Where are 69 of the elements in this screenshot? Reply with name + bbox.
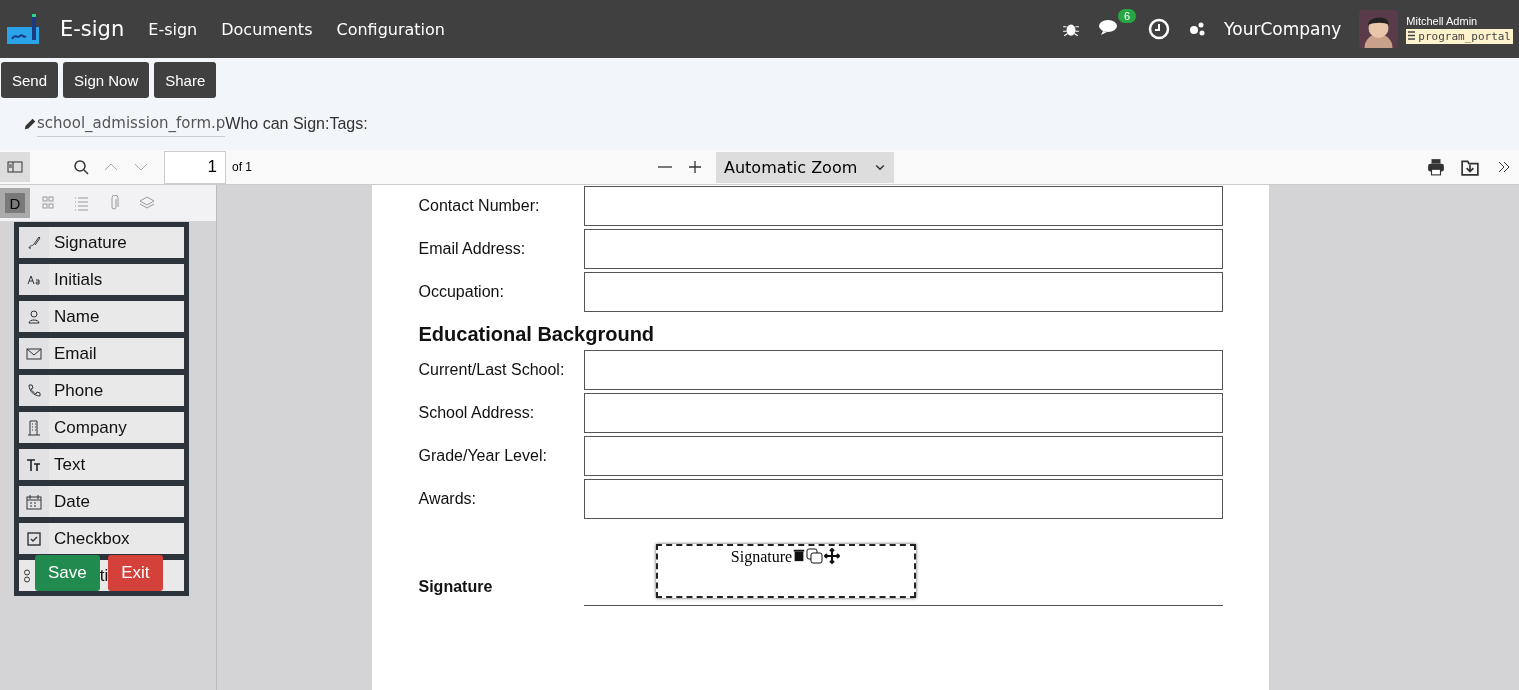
field-type-item[interactable]: Email: [19, 338, 184, 369]
menu-item[interactable]: Documents: [221, 19, 313, 39]
form-label: Current/Last School:: [418, 361, 566, 379]
clock-icon: [1148, 18, 1171, 40]
form-label: School Address:: [418, 404, 536, 422]
action-button[interactable]: Send: [1, 62, 59, 98]
download-icon: [1461, 158, 1479, 176]
field-type-label: ti: [99, 565, 109, 586]
tags-label: Tags:: [329, 114, 368, 133]
pen-icon: [26, 234, 42, 251]
section-heading: Educational Background: [418, 322, 656, 347]
field-type-item[interactable]: Signature: [19, 227, 184, 258]
layers-icon: [139, 195, 155, 211]
form-label: Occupation:: [418, 283, 505, 301]
field-type-item[interactable]: Text: [19, 449, 184, 480]
form-label: Email Address:: [418, 240, 527, 258]
field-type-item[interactable]: Phone: [19, 375, 184, 406]
list-icon: [24, 568, 30, 583]
field-type-item[interactable]: Initials: [19, 264, 184, 295]
filename-field[interactable]: school_admission_form.p: [37, 114, 226, 137]
who-can-sign-label: Who can Sign:: [225, 114, 330, 133]
zoom-select[interactable]: Automatic Zoom: [716, 151, 894, 183]
list-icon: [73, 195, 89, 211]
action-button[interactable]: Share: [154, 62, 217, 98]
envelope-icon: [26, 345, 42, 362]
minus-icon: [658, 166, 672, 168]
company-name[interactable]: YourCompany: [1224, 19, 1342, 39]
copy-icon: [806, 548, 825, 564]
search-icon: [73, 159, 89, 175]
page-count: of 1: [232, 160, 252, 174]
field-type-item[interactable]: Date: [19, 486, 184, 517]
text-icon: [26, 456, 42, 473]
signature-placeholder: Signature: [730, 548, 793, 568]
action-button[interactable]: Sign Now: [63, 62, 150, 98]
building-icon: [26, 419, 42, 436]
sidebar-toggle-button[interactable]: [0, 152, 30, 182]
logo-icon: [6, 13, 40, 45]
user-name[interactable]: Mitchell Admin: [1406, 14, 1513, 27]
grid-icon: [40, 195, 56, 211]
gears-icon: [1188, 21, 1207, 37]
exit-button[interactable]: Exit: [108, 554, 163, 591]
form-label: Contact Number:: [418, 197, 541, 215]
sidebar-icon: [7, 159, 23, 175]
avatar[interactable]: [1359, 10, 1399, 48]
field-type-item[interactable]: Checkbox: [19, 523, 184, 554]
plus-icon: [687, 159, 703, 175]
menu-item[interactable]: E-sign: [148, 19, 198, 39]
pencil-icon: [23, 116, 37, 131]
field-type-item[interactable]: Company: [19, 412, 184, 443]
form-label: Signature: [418, 578, 494, 597]
app-title: E-sign: [60, 17, 125, 41]
calendar-icon: [26, 493, 42, 510]
trash-icon: [792, 548, 807, 562]
phone-icon: [26, 382, 42, 399]
move-icon: [824, 548, 841, 564]
menu-item[interactable]: Configuration: [336, 19, 445, 39]
save-button[interactable]: Save: [35, 554, 100, 591]
database-icon: [1408, 30, 1416, 40]
database-name: program_portal: [1406, 28, 1513, 44]
form-label: Grade/Year Level:: [418, 447, 548, 465]
user-icon: [26, 308, 42, 325]
page-number-field[interactable]: 1: [164, 150, 226, 184]
signature-field[interactable]: Signature: [655, 544, 916, 598]
double-chevron-icon: [1496, 159, 1512, 175]
checkbox-icon: [26, 530, 42, 547]
message-count-badge: 6: [1118, 9, 1137, 23]
printer-icon: [1427, 158, 1445, 176]
field-type-item[interactable]: Name: [19, 301, 184, 332]
form-label: Awards:: [418, 490, 477, 508]
